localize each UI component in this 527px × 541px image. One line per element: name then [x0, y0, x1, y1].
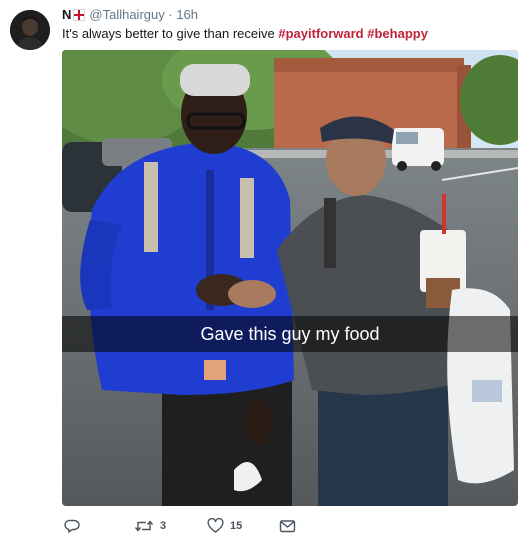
flag-emoji-icon — [73, 9, 86, 25]
tweet-text-body: It's always better to give than receive — [62, 26, 279, 41]
avatar[interactable] — [10, 10, 50, 50]
retweet-button[interactable]: 3 — [134, 516, 166, 536]
like-button[interactable]: 15 — [207, 516, 242, 536]
user-handle[interactable]: @Tallhairguy — [89, 7, 164, 22]
media-caption: Gave this guy my food — [62, 316, 518, 352]
reply-icon — [64, 518, 80, 534]
direct-message-button[interactable] — [279, 516, 296, 536]
header-separator: · — [168, 7, 173, 22]
tweet-card[interactable]: N @Tallhairguy · 16h It's always better t… — [0, 0, 527, 541]
hashtag-payitforward[interactable]: #payitforward — [278, 26, 363, 41]
reply-button[interactable] — [64, 516, 80, 536]
tweet-header: N @Tallhairguy · 16h — [62, 7, 198, 25]
retweet-count: 3 — [160, 520, 167, 532]
tweet-text: It's always better to give than receive … — [62, 26, 428, 42]
display-name[interactable]: N — [62, 7, 71, 22]
heart-icon — [207, 518, 224, 534]
envelope-icon — [279, 518, 296, 534]
hashtag-behappy[interactable]: #behappy — [367, 26, 428, 41]
like-count: 15 — [230, 520, 243, 532]
tweet-actions: 3 15 — [62, 516, 518, 536]
retweet-icon — [134, 518, 154, 534]
tweet-timestamp[interactable]: 16h — [176, 7, 198, 22]
tweet-photo[interactable]: Gave this guy my food — [62, 50, 518, 506]
photo-image — [62, 50, 518, 506]
